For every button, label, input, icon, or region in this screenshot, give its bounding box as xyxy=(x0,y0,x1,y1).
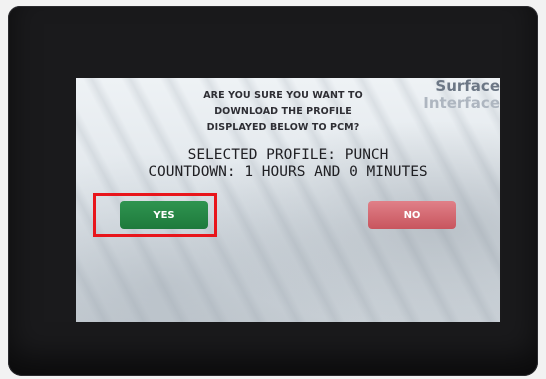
no-button[interactable]: NO xyxy=(368,201,456,229)
prompt-line: DOWNLOAD THE PROFILE xyxy=(214,106,352,117)
brand-logo: Surface Interface xyxy=(414,78,500,112)
brand-line-interface: Interface xyxy=(423,94,500,112)
countdown-text: COUNTDOWN: 1 HOURS AND 0 MINUTES xyxy=(148,164,428,180)
prompt-line: ARE YOU SURE YOU WANT TO xyxy=(203,90,363,101)
device-bezel: ARE YOU SURE YOU WANT TO DOWNLOAD THE PR… xyxy=(8,6,538,376)
selected-profile-text: SELECTED PROFILE: PUNCH xyxy=(187,147,389,163)
profile-info: SELECTED PROFILE: PUNCH COUNTDOWN: 1 HOU… xyxy=(76,147,500,181)
yes-button[interactable]: YES xyxy=(120,201,208,229)
confirmation-prompt: ARE YOU SURE YOU WANT TO DOWNLOAD THE PR… xyxy=(188,88,378,136)
no-button-label: NO xyxy=(403,209,421,221)
yes-button-label: YES xyxy=(153,209,175,221)
brand-line-surface: Surface xyxy=(435,78,500,95)
touch-screen: ARE YOU SURE YOU WANT TO DOWNLOAD THE PR… xyxy=(76,78,500,322)
prompt-line: DISPLAYED BELOW TO PCM? xyxy=(206,122,360,133)
